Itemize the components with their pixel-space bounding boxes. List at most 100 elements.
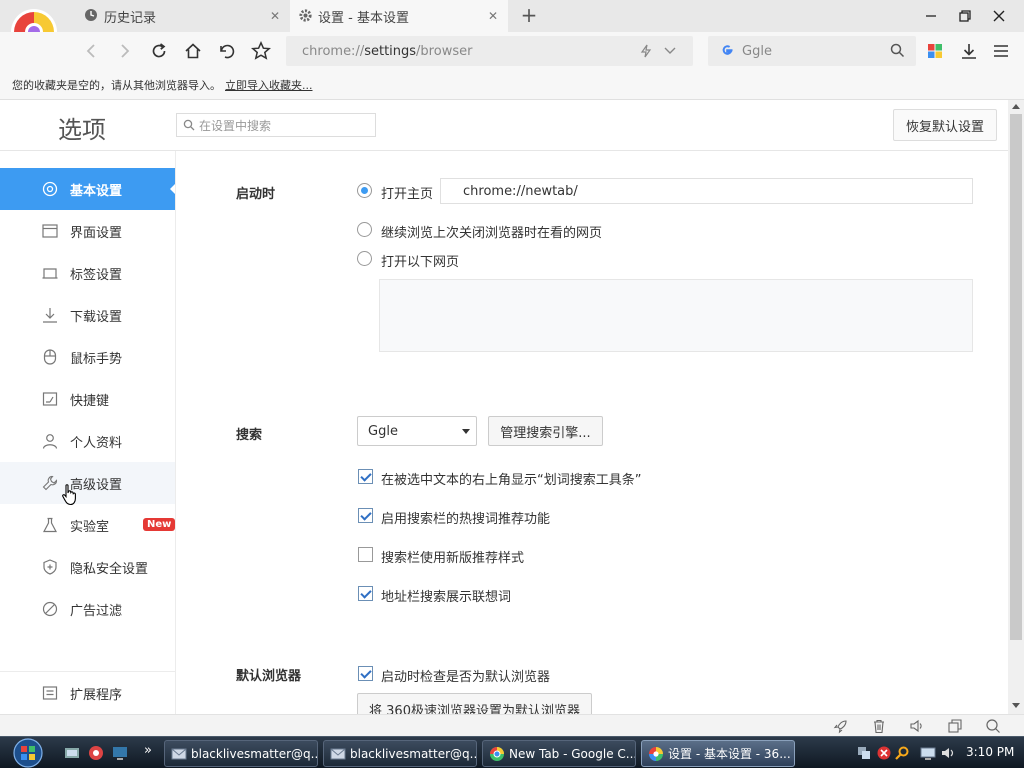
taskbar-item[interactable]: blacklivesmatter@q... [323, 740, 477, 767]
checkbox-hot-search[interactable] [358, 508, 373, 523]
checkbox-hot-search-label: 启用搜索栏的热搜词推荐功能 [381, 512, 551, 527]
radio-continue-session[interactable] [357, 222, 372, 237]
dropdown-arrow-icon [462, 429, 470, 434]
scroll-up-icon[interactable] [1012, 104, 1020, 109]
volume-icon[interactable] [909, 718, 925, 734]
import-bookmarks-link[interactable]: 立即导入收藏夹... [225, 77, 313, 93]
checkbox-address-suggestions[interactable] [358, 586, 373, 601]
bookmark-bar: 您的收藏夹是空的，请从其他浏览器导入。 立即导入收藏夹... [0, 70, 1024, 100]
bookmark-empty-text: 您的收藏夹是空的，请从其他浏览器导入。 [12, 78, 221, 92]
download-icon[interactable] [954, 36, 984, 66]
status-bar [0, 714, 1024, 736]
chevron-down-icon[interactable] [664, 46, 676, 56]
network-icon[interactable] [856, 745, 872, 761]
volume-tray-icon[interactable] [940, 745, 956, 761]
address-host: settings [364, 43, 417, 59]
radio-open-homepage-label: 打开主页 [381, 187, 434, 202]
sidebar-item-tabs[interactable]: 标签设置 [0, 252, 175, 294]
mouse-cursor-icon [62, 484, 78, 506]
search-engine-select[interactable]: Ggle [357, 416, 477, 446]
sidebar-item-download[interactable]: 下载设置 [0, 294, 175, 336]
checkbox-new-style[interactable] [358, 547, 373, 562]
scroll-down-icon[interactable] [1012, 703, 1020, 708]
sidebar-item-label: 实验室 [70, 519, 110, 535]
sidebar-item-extensions[interactable]: 扩展程序 [0, 672, 175, 714]
search-tray-icon[interactable] [894, 745, 910, 761]
menu-icon[interactable] [986, 36, 1016, 66]
sidebar-item-advanced[interactable]: 高级设置 [0, 462, 175, 506]
mail-icon [330, 746, 346, 762]
startup-pages-list[interactable] [379, 279, 973, 352]
window-icon [42, 223, 58, 239]
sidebar-item-interface[interactable]: 界面设置 [0, 210, 175, 252]
set-default-browser-button[interactable]: 将 360极速浏览器设置为默认浏览器 [357, 693, 592, 714]
sidebar-item-label: 标签设置 [70, 267, 123, 283]
tab-settings[interactable]: 设置 - 基本设置 ✕ [290, 0, 508, 32]
shield-icon [42, 559, 58, 575]
checkbox-selection-search-toolbar-label: 在被选中文本的右上角显示“划词搜索工具条” [381, 473, 642, 488]
taskbar-item-label: blacklivesmatter@q... [350, 746, 477, 761]
manage-search-engines-button[interactable]: 管理搜索引擎... [488, 416, 603, 446]
scrollbar-thumb[interactable] [1010, 114, 1022, 640]
tab-history[interactable]: 历史记录 ✕ [76, 0, 290, 32]
close-tab-icon[interactable]: ✕ [486, 9, 500, 23]
homepage-url-input[interactable]: chrome://newtab/ [440, 178, 973, 204]
address-bar[interactable]: chrome://settings/browser [286, 36, 693, 66]
radio-open-pages[interactable] [357, 251, 372, 266]
checkbox-address-suggestions-label: 地址栏搜索展示联想词 [381, 590, 512, 605]
restore-defaults-button[interactable]: 恢复默认设置 [893, 109, 997, 141]
window-restore-icon[interactable] [947, 718, 963, 734]
zoom-icon[interactable] [985, 718, 1001, 734]
google-icon [720, 43, 736, 59]
display-icon[interactable] [920, 745, 936, 761]
search-box[interactable]: Ggle [708, 36, 916, 66]
sidebar-item-profile[interactable]: 个人资料 [0, 420, 175, 462]
sidebar-item-label: 扩展程序 [70, 687, 123, 703]
home-icon[interactable] [178, 36, 208, 66]
quicklaunch-icon[interactable] [88, 745, 104, 761]
reload-icon[interactable] [144, 36, 174, 66]
search-icon[interactable] [890, 43, 905, 58]
start-button[interactable] [8, 737, 52, 769]
mouse-icon [42, 349, 58, 365]
checkbox-check-default[interactable] [358, 666, 373, 681]
taskbar-overflow[interactable]: » [144, 743, 152, 758]
quicklaunch-icon[interactable] [112, 745, 128, 761]
lightning-icon[interactable] [640, 44, 652, 58]
taskbar-item[interactable]: blacklivesmatter@q... [164, 740, 318, 767]
sidebar-item-privacy[interactable]: 隐私安全设置 [0, 546, 175, 588]
clock[interactable]: 3:10 PM [966, 745, 1014, 759]
close-tab-icon[interactable]: ✕ [268, 9, 282, 23]
settings-search-placeholder: 在设置中搜索 [199, 118, 272, 133]
taskbar-item[interactable]: 设置 - 基本设置 - 36... [641, 740, 795, 767]
sidebar-item-adblock[interactable]: 广告过滤 [0, 588, 175, 630]
quicklaunch-icon[interactable] [64, 745, 80, 761]
scrollbar[interactable] [1008, 100, 1024, 714]
active-pointer [170, 184, 175, 194]
star-icon[interactable] [246, 36, 276, 66]
trash-icon[interactable] [871, 718, 887, 734]
rocket-icon[interactable] [833, 718, 849, 734]
apps-icon[interactable] [920, 36, 950, 66]
sidebar-item-label: 快捷键 [70, 393, 110, 409]
settings-search-input[interactable]: 在设置中搜索 [176, 113, 376, 137]
undo-icon[interactable] [212, 36, 242, 66]
forward-icon[interactable] [110, 36, 140, 66]
download-icon [42, 307, 58, 323]
sidebar-item-label: 个人资料 [70, 435, 123, 451]
sidebar-item-mouse-gestures[interactable]: 鼠标手势 [0, 336, 175, 378]
new-tab-button[interactable]: + [518, 3, 540, 27]
radio-open-homepage[interactable] [357, 183, 372, 198]
restore-icon[interactable] [948, 0, 982, 32]
sidebar-item-lab[interactable]: 实验室 New [0, 504, 176, 546]
close-window-icon[interactable] [982, 0, 1016, 32]
minimize-icon[interactable] [914, 0, 948, 32]
taskbar-item[interactable]: New Tab - Google C... [482, 740, 636, 767]
sidebar-item-shortcuts[interactable]: 快捷键 [0, 378, 175, 420]
block-icon [42, 601, 58, 617]
sidebar-item-basic[interactable]: 基本设置 [0, 168, 175, 210]
back-icon[interactable] [76, 36, 106, 66]
alert-icon[interactable] [876, 745, 892, 761]
taskbar: » blacklivesmatter@q... blacklivesmatter… [0, 736, 1024, 768]
checkbox-selection-search-toolbar[interactable] [358, 469, 373, 484]
